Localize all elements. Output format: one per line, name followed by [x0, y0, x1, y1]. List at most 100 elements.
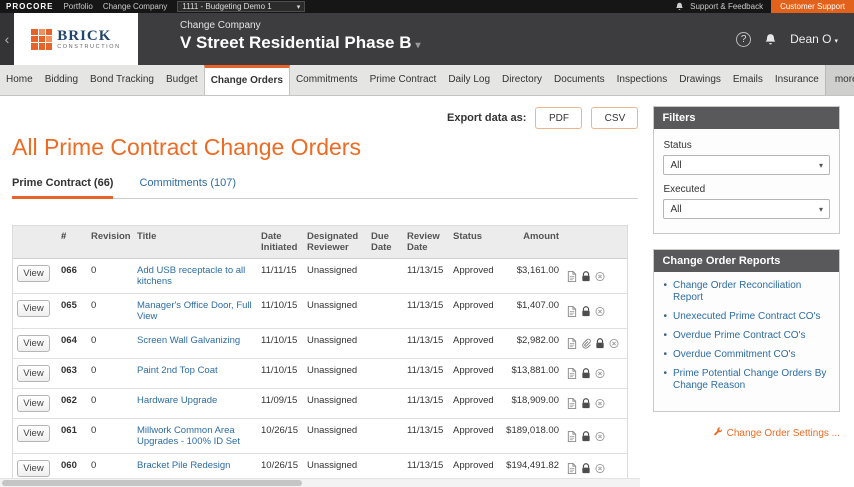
pdf-icon[interactable] — [567, 306, 577, 317]
delete-icon[interactable] — [595, 271, 605, 282]
procore-logo[interactable]: PROCORE — [6, 2, 53, 11]
co-title-link[interactable]: Screen Wall Galvanizing — [137, 335, 240, 346]
nav-tab-bidding[interactable]: Bidding — [39, 65, 84, 95]
report-link[interactable]: Overdue Commitment CO's — [673, 349, 796, 361]
co-due-date — [367, 419, 403, 453]
view-button[interactable]: View — [17, 395, 50, 412]
project-selector-dropdown[interactable]: 1111 - Budgeting Demo 1 — [177, 1, 305, 12]
topbar-right: Support & Feedback Customer Support — [675, 0, 854, 13]
nav-tab-prime-contract[interactable]: Prime Contract — [364, 65, 443, 95]
lock-icon[interactable] — [581, 306, 591, 317]
delete-icon[interactable] — [595, 463, 605, 474]
view-button[interactable]: View — [17, 300, 50, 317]
subtab-commitments[interactable]: Commitments (107) — [139, 177, 236, 198]
pdf-icon[interactable] — [567, 398, 577, 409]
horizontal-scrollbar[interactable] — [0, 478, 640, 487]
project-title-dropdown[interactable]: V Street Residential Phase B — [180, 33, 421, 53]
co-status: Approved — [449, 389, 495, 418]
bell-icon[interactable] — [764, 33, 777, 46]
delete-icon[interactable] — [595, 368, 605, 379]
delete-icon[interactable] — [595, 306, 605, 317]
table-body: View0660Add USB receptacle to all kitche… — [13, 259, 627, 487]
paperclip-icon[interactable] — [581, 338, 591, 349]
delete-icon[interactable] — [609, 338, 619, 349]
view-button[interactable]: View — [17, 460, 50, 477]
co-title-link[interactable]: Bracket Pile Redesign — [137, 460, 230, 471]
co-date-initiated: 11/10/15 — [257, 294, 303, 328]
header-date-initiated: Date Initiated — [257, 226, 303, 258]
user-menu[interactable]: Dean O — [790, 32, 838, 46]
nav-tab-documents[interactable]: Documents — [548, 65, 611, 95]
co-title-link[interactable]: Add USB receptacle to all kitchens — [137, 265, 245, 287]
bullet-icon — [663, 330, 667, 342]
co-status: Approved — [449, 259, 495, 293]
nav-tab-commitments[interactable]: Commitments — [290, 65, 364, 95]
export-pdf-button[interactable]: PDF — [535, 107, 582, 129]
header-revision: Revision — [87, 226, 133, 258]
horizontal-scrollbar-thumb[interactable] — [2, 480, 302, 486]
customer-support-button[interactable]: Customer Support — [771, 0, 854, 13]
nav-tab-drawings[interactable]: Drawings — [673, 65, 727, 95]
nav-tab-insurance[interactable]: Insurance — [769, 65, 825, 95]
change-order-settings-link[interactable]: Change Order Settings ... — [653, 427, 840, 440]
delete-icon[interactable] — [595, 431, 605, 442]
co-row-icons — [563, 294, 625, 328]
pdf-icon[interactable] — [567, 338, 577, 349]
lock-icon[interactable] — [581, 368, 591, 379]
help-icon[interactable] — [736, 32, 751, 47]
notification-bell-icon[interactable] — [675, 2, 684, 11]
nav-tab-emails[interactable]: Emails — [727, 65, 769, 95]
lock-icon[interactable] — [581, 398, 591, 409]
lock-icon[interactable] — [581, 463, 591, 474]
co-date-initiated: 10/26/15 — [257, 419, 303, 453]
nav-tab-daily-log[interactable]: Daily Log — [442, 65, 496, 95]
co-title-link[interactable]: Manager's Office Door, Full View — [137, 300, 252, 322]
co-status: Approved — [449, 419, 495, 453]
back-chevron-icon[interactable] — [0, 13, 14, 65]
view-button[interactable]: View — [17, 365, 50, 382]
nav-tabs: HomeBiddingBond TrackingBudgetChange Ord… — [0, 65, 825, 95]
report-link[interactable]: Overdue Prime Contract CO's — [673, 330, 806, 342]
app-header: BRICK CONSTRUCTION Change Company V Stre… — [0, 13, 854, 65]
lock-icon[interactable] — [581, 431, 591, 442]
nav-tab-directory[interactable]: Directory — [496, 65, 548, 95]
more-tools-button[interactable]: more tools — [825, 65, 854, 95]
view-button[interactable]: View — [17, 335, 50, 352]
support-feedback-link[interactable]: Support & Feedback — [690, 2, 763, 11]
status-filter-dropdown[interactable]: All — [663, 155, 830, 175]
nav-tab-change-orders[interactable]: Change Orders — [204, 65, 290, 95]
nav-tab-budget[interactable]: Budget — [160, 65, 204, 95]
pdf-icon[interactable] — [567, 431, 577, 442]
lock-icon[interactable] — [581, 271, 591, 282]
pdf-icon[interactable] — [567, 271, 577, 282]
lock-icon[interactable] — [595, 338, 605, 349]
executed-filter-dropdown[interactable]: All — [663, 199, 830, 219]
delete-icon[interactable] — [595, 398, 605, 409]
header-amount: Amount — [495, 226, 563, 258]
brick-logo-icon — [31, 29, 52, 50]
report-link[interactable]: Unexecuted Prime Contract CO's — [673, 311, 821, 323]
co-revision: 0 — [87, 294, 133, 328]
more-tools-label: more tools — [835, 74, 854, 85]
report-link[interactable]: Prime Potential Change Orders By Change … — [673, 368, 830, 392]
co-number: 064 — [57, 329, 87, 358]
co-designated-reviewer: Unassigned — [303, 294, 367, 328]
view-button[interactable]: View — [17, 425, 50, 442]
pdf-icon[interactable] — [567, 463, 577, 474]
co-designated-reviewer: Unassigned — [303, 419, 367, 453]
co-title-link[interactable]: Millwork Common Area Upgrades - 100% ID … — [137, 425, 240, 447]
portfolio-link[interactable]: Portfolio — [63, 2, 92, 11]
pdf-icon[interactable] — [567, 368, 577, 379]
nav-tab-inspections[interactable]: Inspections — [611, 65, 674, 95]
report-link-item: Prime Potential Change Orders By Change … — [663, 368, 830, 392]
view-button[interactable]: View — [17, 265, 50, 282]
company-logo[interactable]: BRICK CONSTRUCTION — [14, 13, 138, 65]
change-company-link[interactable]: Change Company — [103, 2, 167, 11]
subtab-prime-contract[interactable]: Prime Contract (66) — [12, 177, 113, 199]
co-title-link[interactable]: Hardware Upgrade — [137, 395, 217, 406]
report-link[interactable]: Change Order Reconciliation Report — [673, 280, 830, 304]
co-title-link[interactable]: Paint 2nd Top Coat — [137, 365, 218, 376]
nav-tab-home[interactable]: Home — [0, 65, 39, 95]
export-csv-button[interactable]: CSV — [591, 107, 638, 129]
nav-tab-bond-tracking[interactable]: Bond Tracking — [84, 65, 160, 95]
